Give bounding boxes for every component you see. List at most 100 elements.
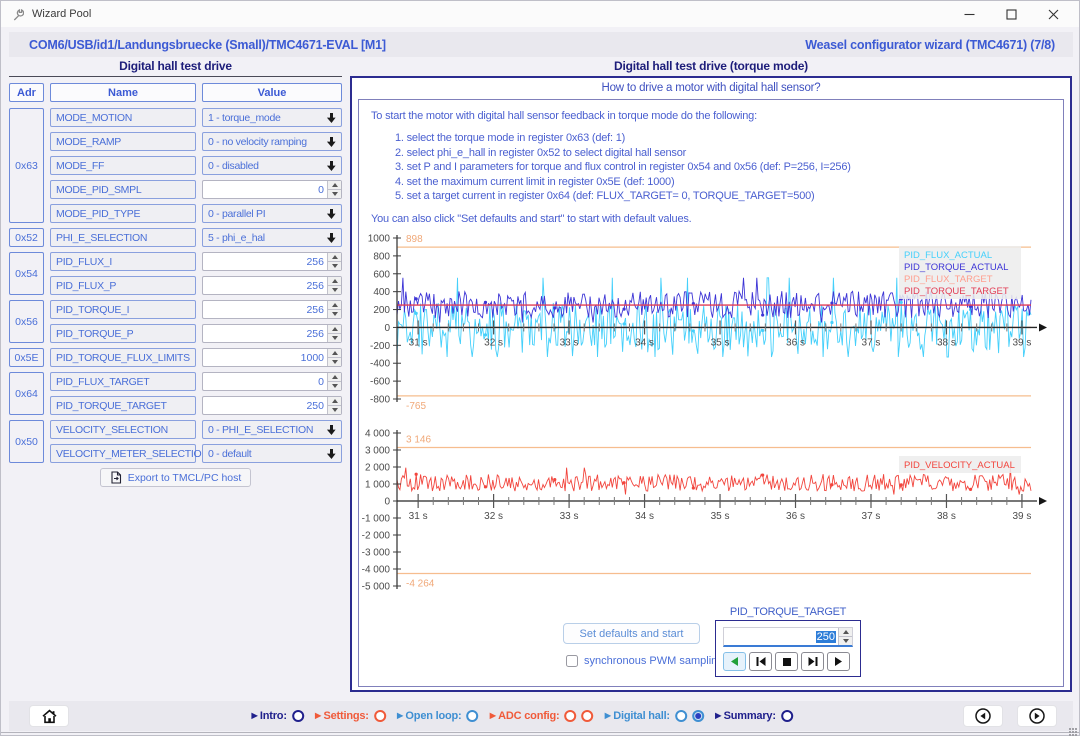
spin-up-button[interactable] <box>328 373 341 381</box>
spinbox-value: 256 <box>207 328 327 340</box>
spinbox-spinner[interactable] <box>327 349 341 366</box>
legend-entry: PID_TORQUE_ACTUAL <box>904 262 1008 273</box>
spinbox-spinner[interactable] <box>327 325 341 342</box>
prev-page-button[interactable] <box>963 705 1003 727</box>
spin-down-button[interactable] <box>328 357 341 366</box>
value-dropdown[interactable]: 0 - parallel PI <box>202 204 342 223</box>
set-defaults-button[interactable]: Set defaults and start <box>563 623 700 644</box>
nav-radio[interactable] <box>565 710 577 722</box>
nav-radio[interactable] <box>292 710 304 722</box>
table-row: PID_TORQUE_FLUX_LIMITS 1000 <box>50 348 342 367</box>
resize-grip[interactable] <box>1069 728 1077 736</box>
svg-text:0: 0 <box>384 497 390 508</box>
value-spinbox[interactable]: 256 <box>202 300 342 319</box>
value-spinbox[interactable]: 1000 <box>202 348 342 367</box>
export-button[interactable]: Export to TMCL/PC host <box>100 468 252 487</box>
value-spinbox[interactable]: 256 <box>202 276 342 295</box>
spin-down-button[interactable] <box>328 381 341 390</box>
value-dropdown[interactable]: 0 - no velocity ramping <box>202 132 342 151</box>
home-button[interactable] <box>29 705 69 727</box>
value-dropdown[interactable]: 0 - PHI_E_SELECTION <box>202 420 342 439</box>
field-name-cell: MODE_RAMP <box>50 132 196 151</box>
nav-item-label: ►Open loop: <box>395 710 462 722</box>
spinbox-spinner[interactable] <box>327 373 341 390</box>
value-dropdown[interactable]: 5 - phi_e_hal <box>202 228 342 247</box>
svg-text:-200: -200 <box>370 341 390 352</box>
dropdown-arrow-icon <box>327 137 336 147</box>
torque-flux-chart: 898-76510008006004002000-200-400-600-800… <box>359 226 1063 431</box>
nav-radio-checked[interactable] <box>692 710 704 722</box>
value-dropdown[interactable]: 0 - disabled <box>202 156 342 175</box>
inner-group-box: To start the motor with digital hall sen… <box>358 99 1064 687</box>
spinbox-spinner[interactable] <box>327 397 341 414</box>
skip-to-start-button[interactable] <box>749 652 772 671</box>
spin-up-button[interactable] <box>839 628 852 636</box>
spin-down-button[interactable] <box>328 261 341 270</box>
stop-button[interactable] <box>775 652 798 671</box>
instruction-step: 2. select phi_e_hall in register 0x52 to… <box>395 146 1051 161</box>
register-address: 0x54 <box>9 252 44 295</box>
register-group: 0x54PID_FLUX_I256PID_FLUX_P256 <box>9 252 342 295</box>
spinbox-spinner[interactable] <box>327 301 341 318</box>
register-group: 0x50 VELOCITY_SELECTION 0 - PHI_E_SELECTIO… <box>9 420 342 463</box>
svg-text:1000: 1000 <box>368 234 391 245</box>
spin-up-button[interactable] <box>328 349 341 357</box>
torque-target-group-title: PID_TORQUE_TARGET <box>715 606 861 618</box>
torque-target-spinbox[interactable]: 250 <box>723 627 853 647</box>
maximize-button[interactable] <box>1003 7 1019 21</box>
skip-to-end-button[interactable] <box>801 652 824 671</box>
nav-item-label: ►Summary: <box>713 710 776 722</box>
svg-text:31 s: 31 s <box>409 511 428 522</box>
value-dropdown[interactable]: 0 - default <box>202 444 342 463</box>
spin-up-button[interactable] <box>328 397 341 405</box>
reverse-button[interactable] <box>723 652 746 671</box>
value-spinbox[interactable]: 256 <box>202 252 342 271</box>
spin-up-button[interactable] <box>328 277 341 285</box>
spin-down-button[interactable] <box>328 405 341 414</box>
register-address: 0x50 <box>9 420 44 463</box>
spin-down-button[interactable] <box>328 333 341 342</box>
window-title: Wizard Pool <box>32 8 91 20</box>
spinbox-spinner[interactable] <box>327 277 341 294</box>
dropdown-value: 0 - default <box>208 448 327 460</box>
nav-radio[interactable] <box>675 710 687 722</box>
register-address: 0x56 <box>9 300 44 343</box>
sync-pwm-label: synchronous PWM sampling <box>584 655 723 667</box>
spin-up-button[interactable] <box>328 325 341 333</box>
svg-text:-800: -800 <box>370 395 390 406</box>
spin-down-button[interactable] <box>328 285 341 294</box>
close-button[interactable] <box>1045 7 1061 21</box>
value-spinbox[interactable]: 256 <box>202 324 342 343</box>
playback-buttons <box>723 652 853 671</box>
nav-item: ►Digital hall: <box>603 710 704 722</box>
nav-radio[interactable] <box>781 710 793 722</box>
nav-radio[interactable] <box>374 710 386 722</box>
spin-down-button[interactable] <box>328 309 341 318</box>
value-dropdown[interactable]: 1 - torque_mode <box>202 108 342 127</box>
nav-radio[interactable] <box>582 710 594 722</box>
value-spinbox[interactable]: 0 <box>202 372 342 391</box>
svg-text:2 000: 2 000 <box>365 463 390 474</box>
next-page-button[interactable] <box>1017 705 1057 727</box>
spin-down-button[interactable] <box>839 636 852 645</box>
register-table: Adr Name Value 0x63MODE_MOTION1 - torque… <box>9 83 342 463</box>
spin-down-button[interactable] <box>328 189 341 198</box>
dropdown-value: 0 - PHI_E_SELECTION <box>208 424 327 436</box>
spin-up-button[interactable] <box>328 181 341 189</box>
spinbox-spinner[interactable] <box>327 253 341 270</box>
field-name-cell: PID_TORQUE_FLUX_LIMITS <box>50 348 196 367</box>
spinbox-spinner[interactable] <box>327 181 341 198</box>
svg-text:-5 000: -5 000 <box>362 582 391 593</box>
value-spinbox[interactable]: 250 <box>202 396 342 415</box>
register-group: 0x56PID_TORQUE_I256PID_TORQUE_P256 <box>9 300 342 343</box>
spin-up-button[interactable] <box>328 301 341 309</box>
field-name-cell: VELOCITY_SELECTION <box>50 420 196 439</box>
value-spinbox[interactable]: 0 <box>202 180 342 199</box>
torque-target-spinner[interactable] <box>838 628 852 645</box>
svg-text:600: 600 <box>373 269 390 280</box>
spin-up-button[interactable] <box>328 253 341 261</box>
sync-pwm-checkbox[interactable] <box>566 655 578 667</box>
nav-radio[interactable] <box>466 710 478 722</box>
play-button[interactable] <box>827 652 850 671</box>
minimize-button[interactable] <box>961 7 977 21</box>
